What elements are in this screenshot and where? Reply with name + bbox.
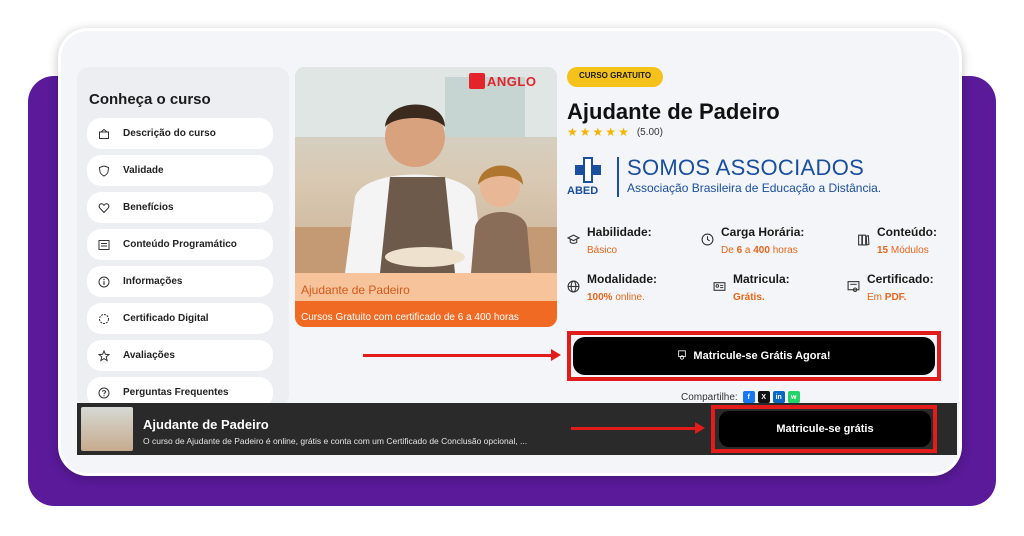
shield-icon bbox=[97, 164, 111, 178]
anglo-logo-text: ANGLO bbox=[487, 73, 537, 89]
info-certificado: Certificado: Em PDF. bbox=[847, 272, 934, 303]
sidebar-item-benefits[interactable]: Benefícios bbox=[87, 192, 273, 223]
info-value: 15 Módulos bbox=[877, 245, 929, 256]
anglo-logo: ANGLO bbox=[469, 73, 536, 89]
star-icon: ★ bbox=[618, 125, 629, 139]
star-icon: ★ bbox=[579, 125, 591, 139]
sticky-bar-title: Ajudante de Padeiro bbox=[143, 417, 269, 432]
sidebar-item-content[interactable]: Conteúdo Programático bbox=[87, 229, 273, 260]
info-label: Certificado: bbox=[867, 272, 934, 286]
info-label: Conteúdo: bbox=[877, 225, 937, 239]
abed-subtitle: Associação Brasileira de Educação a Dist… bbox=[627, 181, 882, 195]
image-caption-text: Ajudante de Padeiro bbox=[301, 283, 410, 297]
abed-partner-banner: ABED SOMOS ASSOCIADOS Associação Brasile… bbox=[567, 155, 897, 201]
info-modalidade: Modalidade: 100% online. bbox=[567, 272, 657, 303]
sidebar-item-description[interactable]: Descrição do curso bbox=[87, 118, 273, 149]
course-image: ANGLO Ajudante de Padeiro Cursos Gratuit… bbox=[295, 67, 557, 327]
info-value: Grátis. bbox=[733, 292, 765, 303]
certificate-icon bbox=[677, 347, 687, 365]
star-icon: ★ bbox=[592, 125, 604, 139]
info-label: Habilidade: bbox=[587, 225, 652, 239]
sticky-bar-description: O curso de Ajudante de Padeiro é online,… bbox=[143, 436, 528, 446]
image-caption: Ajudante de Padeiro bbox=[295, 273, 557, 301]
sidebar-item-label: Benefícios bbox=[123, 202, 174, 213]
info-icon bbox=[97, 275, 111, 289]
free-course-badge: CURSO GRATUITO bbox=[567, 67, 664, 87]
red-arrow-annotation bbox=[571, 422, 705, 434]
star-icon bbox=[97, 349, 111, 363]
whatsapp-share-button[interactable]: w bbox=[787, 391, 800, 403]
sidebar-item-label: Validade bbox=[123, 165, 164, 176]
list-icon bbox=[97, 238, 111, 252]
info-label: Modalidade: bbox=[587, 272, 658, 286]
sidebar-item-label: Perguntas Frequentes bbox=[123, 387, 229, 398]
course-thumbnail bbox=[81, 407, 133, 451]
info-value: De 6 a 400 horas bbox=[721, 245, 798, 256]
linkedin-share-button[interactable]: in bbox=[772, 391, 785, 403]
sidebar-item-label: Conteúdo Programático bbox=[123, 239, 237, 250]
sidebar-item-label: Informações bbox=[123, 276, 183, 287]
heart-icon bbox=[97, 201, 111, 215]
sidebar-item-validity[interactable]: Validade bbox=[87, 155, 273, 186]
info-value: 100% online. bbox=[587, 292, 645, 303]
books-icon bbox=[857, 233, 871, 247]
sidebar-title: Conheça o curso bbox=[89, 91, 211, 108]
id-card-icon bbox=[713, 280, 727, 294]
star-icon: ★ bbox=[567, 125, 578, 139]
enroll-free-now-button[interactable]: Matricule-se Grátis Agora! bbox=[573, 337, 935, 375]
baker-photo bbox=[295, 67, 557, 273]
info-matricula: Matricula: Grátis. bbox=[713, 272, 790, 303]
info-value: Básico bbox=[587, 245, 618, 256]
red-arrow-annotation bbox=[363, 349, 561, 361]
rating-value: (5.00) bbox=[636, 126, 663, 138]
sidebar-item-label: Avaliações bbox=[123, 350, 175, 361]
anglo-logo-mark-icon bbox=[469, 73, 485, 89]
enroll-free-label: Matricule-se grátis bbox=[776, 423, 874, 435]
share-bar: Compartilhe: f X in w bbox=[681, 391, 800, 403]
info-carga: Carga Horária: De 6 a 400 horas bbox=[701, 225, 804, 256]
certificate-icon bbox=[97, 312, 111, 326]
sidebar-item-certificate[interactable]: Certificado Digital bbox=[87, 303, 273, 334]
rating: ★ ★ ★ ★ ★ (5.00) bbox=[567, 126, 663, 138]
course-card: Conheça o curso Descrição do curso Valid… bbox=[58, 28, 962, 476]
sidebar-item-label: Descrição do curso bbox=[123, 128, 216, 139]
clock-icon bbox=[701, 233, 715, 247]
info-label: Matricula: bbox=[733, 272, 790, 286]
share-label: Compartilhe: bbox=[681, 391, 738, 403]
enroll-free-button[interactable]: Matricule-se grátis bbox=[719, 411, 931, 447]
abed-name: ABED bbox=[567, 185, 599, 197]
abed-title: SOMOS ASSOCIADOS bbox=[627, 155, 865, 180]
info-value: Em PDF. bbox=[867, 292, 907, 303]
info-conteudo: Conteúdo: 15 Módulos bbox=[857, 225, 937, 256]
x-share-button[interactable]: X bbox=[757, 391, 770, 403]
question-icon bbox=[97, 386, 111, 400]
abed-logo-icon bbox=[575, 157, 601, 183]
graduation-cap-icon bbox=[566, 233, 581, 247]
certificate-icon bbox=[847, 280, 861, 294]
sidebar-item-reviews[interactable]: Avaliações bbox=[87, 340, 273, 371]
image-subcaption-text: Cursos Gratuito com certificado de 6 a 4… bbox=[301, 312, 519, 323]
facebook-share-button[interactable]: f bbox=[742, 391, 755, 403]
enroll-free-now-label: Matricule-se Grátis Agora! bbox=[693, 350, 831, 362]
star-icon: ★ bbox=[605, 125, 617, 139]
sidebar-item-info[interactable]: Informações bbox=[87, 266, 273, 297]
image-subcaption: Cursos Gratuito com certificado de 6 a 4… bbox=[295, 301, 557, 327]
sidebar-item-label: Certificado Digital bbox=[123, 313, 209, 324]
course-title: Ajudante de Padeiro bbox=[567, 99, 780, 124]
info-habilidade: Habilidade: Básico bbox=[566, 225, 652, 256]
info-label: Carga Horária: bbox=[721, 225, 805, 239]
book-icon bbox=[97, 127, 111, 141]
sticky-enroll-bar: Ajudante de Padeiro O curso de Ajudante … bbox=[77, 403, 957, 455]
abed-divider bbox=[617, 157, 619, 197]
course-sidebar: Conheça o curso Descrição do curso Valid… bbox=[77, 67, 289, 407]
globe-icon bbox=[567, 280, 581, 294]
